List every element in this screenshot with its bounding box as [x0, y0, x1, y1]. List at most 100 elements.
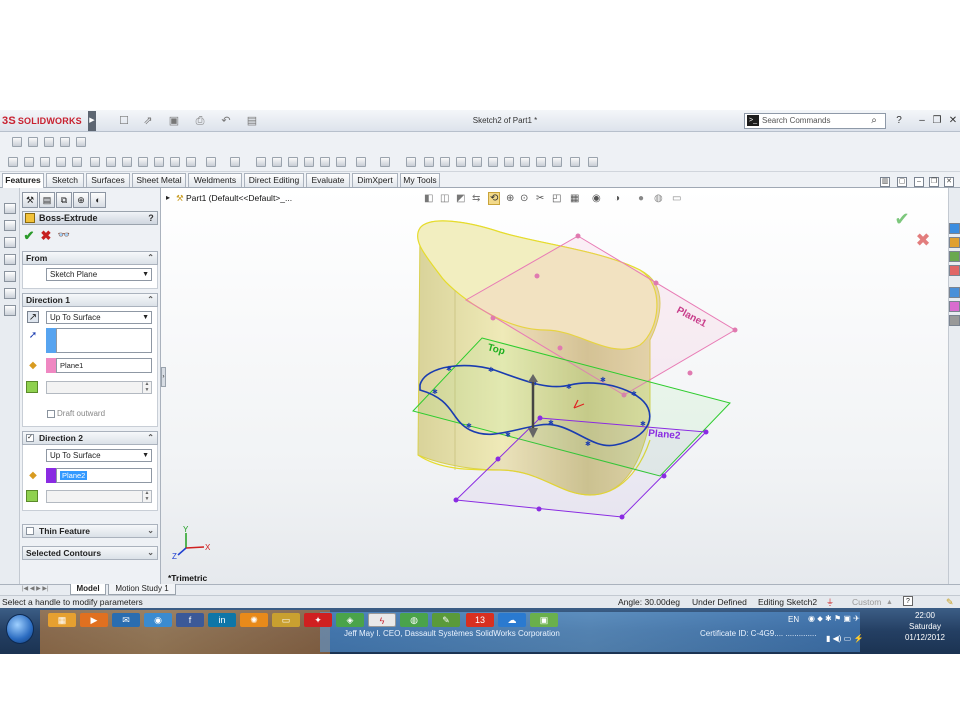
viewport-close-icon[interactable]: ✕ — [944, 177, 954, 187]
taskbar-facebook-icon[interactable]: f — [176, 613, 204, 627]
print-icon[interactable]: ⎙ — [192, 114, 208, 128]
help-icon[interactable]: ? — [892, 113, 906, 129]
model-graphics[interactable]: Plane1 Top Plane2 ✱✱✱✱ ✱✱✱✱ ✱✱✱✱ Y X Z — [161, 188, 948, 584]
intersect-icon[interactable] — [440, 157, 450, 167]
sweep-icon[interactable] — [40, 157, 50, 167]
delete-body-icon[interactable] — [472, 157, 482, 167]
surface-icon[interactable] — [424, 157, 434, 167]
detailed-preview-icon[interactable]: 👓 — [57, 229, 71, 243]
solidworks-resources-icon[interactable] — [949, 223, 960, 234]
taskbar-linkedin-icon[interactable]: in — [208, 613, 236, 627]
deform-icon[interactable] — [552, 157, 562, 167]
restore-icon[interactable]: ❐ — [930, 113, 944, 129]
loft-icon[interactable] — [56, 157, 66, 167]
thicken-icon[interactable] — [570, 157, 580, 167]
taskbar-paint-icon[interactable]: ✎ — [432, 613, 460, 627]
direction2-group-header[interactable]: Direction 2 ⌃ — [22, 431, 158, 445]
draft-outward-checkbox[interactable] — [47, 410, 55, 418]
chamfer-icon[interactable] — [122, 157, 132, 167]
feature-manager-tree-icon[interactable]: ⚒ — [22, 192, 38, 208]
notification-icon[interactable]: ✎ — [946, 596, 954, 608]
wrap-icon[interactable] — [304, 157, 314, 167]
close-icon[interactable]: ✕ — [946, 113, 960, 129]
cancel-x-icon[interactable]: ✖ — [39, 229, 53, 243]
strip-tool-icon[interactable] — [4, 220, 16, 231]
taskbar-mail-icon[interactable]: ✉ — [112, 613, 140, 627]
strip-tool-icon[interactable] — [4, 305, 16, 316]
curves-icon[interactable] — [272, 157, 282, 167]
appearances-icon[interactable] — [949, 301, 960, 312]
options-icon[interactable]: ▤ — [244, 114, 260, 128]
taskbar-skydrive-icon[interactable]: ☁ — [498, 613, 526, 627]
design-library-icon[interactable] — [949, 237, 960, 248]
units-select[interactable]: Custom — [852, 596, 881, 608]
tab-motion-study[interactable]: Motion Study 1 — [108, 584, 176, 595]
taskbar-explorer-icon[interactable]: ▦ — [48, 613, 76, 627]
from-group-header[interactable]: From ⌃ — [22, 251, 158, 265]
ok-check-icon[interactable]: ✔ — [22, 229, 36, 243]
taskbar-solidworks-icon[interactable]: ϟ — [368, 613, 396, 627]
confirm-ok-icon[interactable]: ✔ — [893, 210, 911, 228]
direction2-end-condition-select[interactable]: Up To Surface ▼ — [46, 449, 152, 462]
strip-tool-icon[interactable] — [4, 288, 16, 299]
tab-scroll-arrows[interactable]: |◀ ◀ ▶ ▶| — [22, 585, 68, 594]
tab-my-tools[interactable]: My Tools — [400, 173, 440, 187]
mirror-icon[interactable] — [230, 157, 240, 167]
strip-tool-icon[interactable] — [4, 254, 16, 265]
new-file-icon[interactable]: ☐ — [116, 114, 132, 128]
network-volume-icons[interactable]: ▮ ◀) ▭ ⚡ — [826, 634, 896, 644]
draft-icon[interactable] — [170, 157, 180, 167]
fill-surface-icon[interactable] — [588, 157, 598, 167]
scale-icon[interactable] — [504, 157, 514, 167]
reverse-direction-icon[interactable]: ↗ — [27, 311, 39, 323]
solidworks-logo[interactable]: 3S SOLIDWORKS — [2, 113, 90, 129]
search-results-icon[interactable] — [949, 265, 960, 276]
extrude-icon[interactable] — [8, 157, 18, 167]
strip-tool-icon[interactable] — [4, 271, 16, 282]
taskbar-browser-icon[interactable]: ◉ — [144, 613, 172, 627]
tab-model[interactable]: Model — [70, 584, 106, 595]
direction1-group-header[interactable]: Direction 1 ⌃ — [22, 293, 158, 307]
tab-sheet-metal[interactable]: Sheet Metal — [132, 173, 186, 187]
taskbar-folder-icon[interactable]: ▭ — [272, 613, 300, 627]
direction1-end-condition-select[interactable]: Up To Surface ▼ — [46, 311, 152, 324]
strip-tool-icon[interactable] — [4, 237, 16, 248]
start-button[interactable] — [6, 614, 34, 644]
tab-features[interactable]: Features — [2, 173, 44, 188]
from-select[interactable]: Sketch Plane ▼ — [46, 268, 152, 281]
direction-vector-list[interactable] — [56, 328, 152, 353]
split-icon[interactable] — [356, 157, 366, 167]
view-palette-icon[interactable] — [949, 287, 960, 298]
confirm-cancel-icon[interactable]: ✖ — [914, 231, 932, 249]
taskbar-t3-icon[interactable]: 13 — [466, 613, 494, 627]
reference-geometry-icon[interactable] — [256, 157, 266, 167]
strip-tool-icon[interactable] — [4, 203, 16, 214]
indent-icon[interactable] — [520, 157, 530, 167]
taskbar-media-icon[interactable]: ▶ — [80, 613, 108, 627]
flex-icon[interactable] — [336, 157, 346, 167]
taskbar-chrome-icon[interactable]: ◍ — [400, 613, 428, 627]
edit-macro-icon[interactable] — [76, 137, 86, 147]
viewport-layout-icon[interactable]: ▥ — [880, 177, 890, 187]
open-file-icon[interactable]: ⇗ — [140, 114, 156, 128]
minimize-icon[interactable]: – — [915, 113, 929, 129]
viewport-single-icon[interactable]: ▢ — [897, 177, 907, 187]
dimxpert-manager-icon[interactable]: ⊕ — [73, 192, 89, 208]
display-manager-icon[interactable]: ◐ — [90, 192, 106, 208]
system-tray-icons[interactable]: ◉ ⬥ ✱ ⚑ ▣ ✈ — [808, 614, 898, 624]
status-help-icon[interactable]: ? — [903, 596, 913, 606]
combine-icon[interactable] — [456, 157, 466, 167]
undo-icon[interactable]: ↶ — [218, 114, 234, 128]
revolve-icon[interactable] — [24, 157, 34, 167]
record-macro-icon[interactable] — [44, 137, 54, 147]
hole-icon[interactable] — [186, 157, 196, 167]
configuration-manager-icon[interactable]: ⧉ — [56, 192, 72, 208]
viewport-restore-icon[interactable]: ❐ — [929, 177, 939, 187]
thin-feature-group-header[interactable]: Thin Feature ⌄ — [22, 524, 158, 538]
search-input[interactable]: Search Commands — [762, 114, 862, 128]
thin-feature-checkbox[interactable] — [26, 527, 34, 535]
fillet-icon[interactable] — [106, 157, 116, 167]
new-macro-icon[interactable] — [60, 137, 70, 147]
tab-surfaces[interactable]: Surfaces — [86, 173, 130, 187]
boundary-boss-icon[interactable] — [406, 157, 416, 167]
